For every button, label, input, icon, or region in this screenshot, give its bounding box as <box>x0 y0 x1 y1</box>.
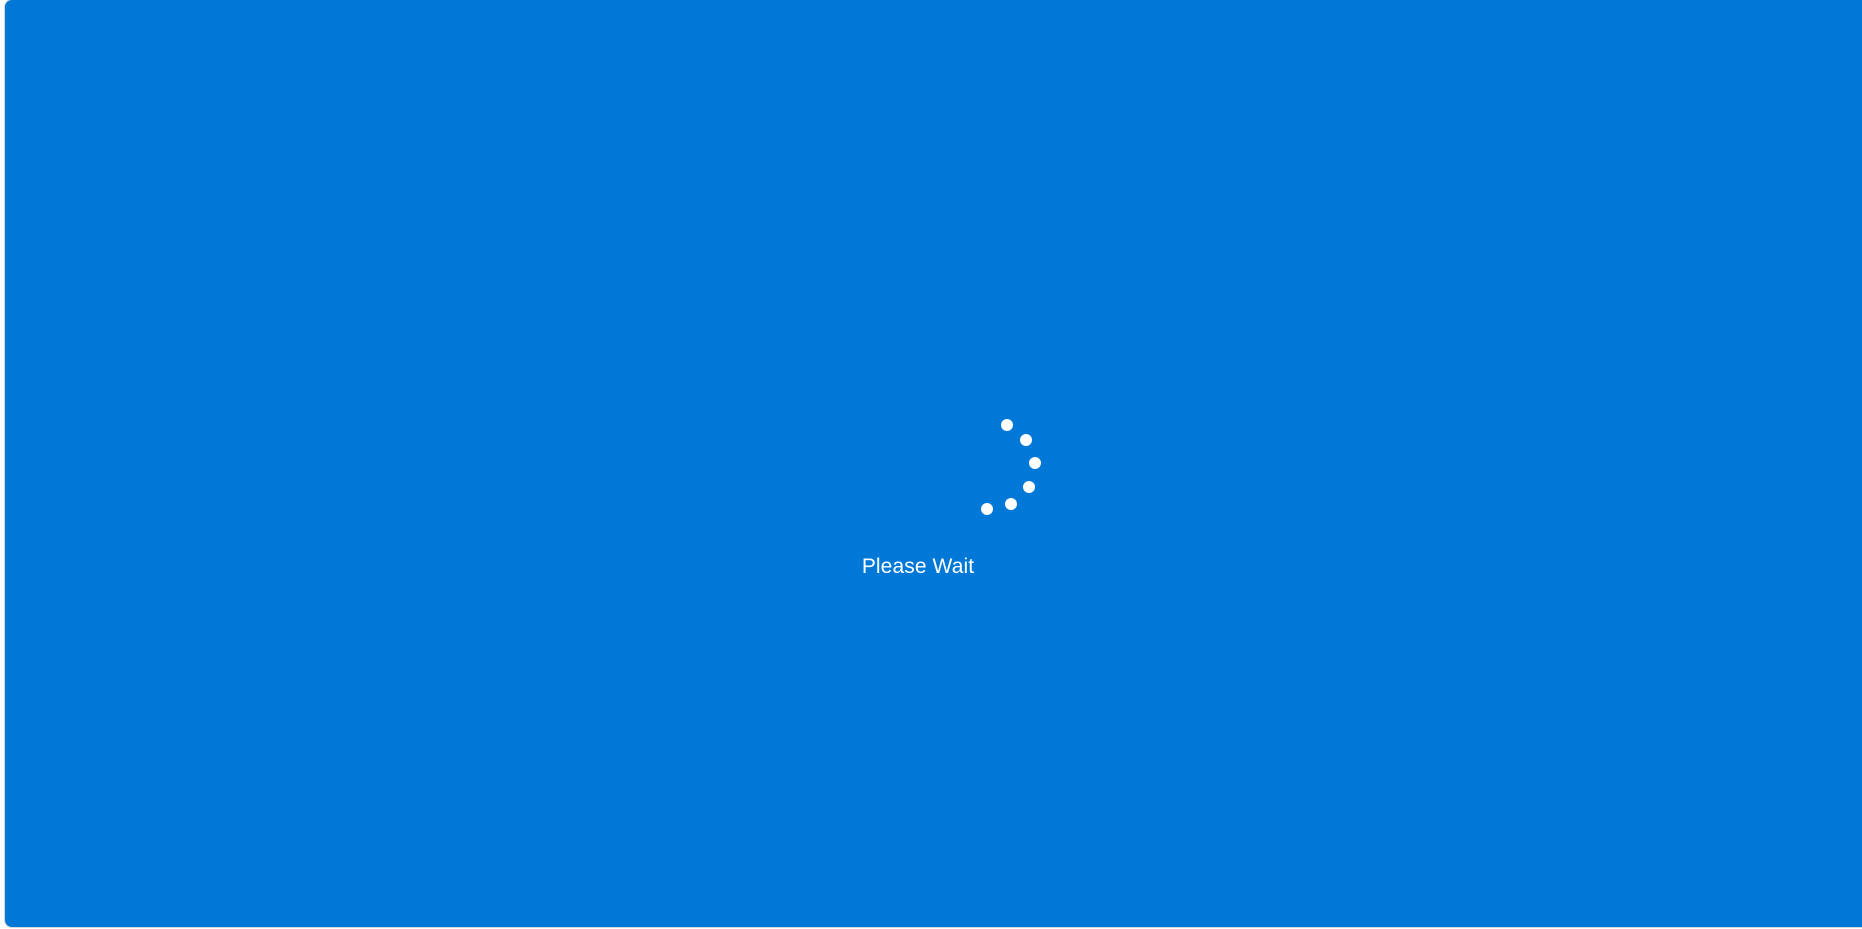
spinner-dot <box>1029 457 1041 469</box>
setup-screen: Please Wait <box>5 0 1862 927</box>
spinner-dot <box>1020 434 1032 446</box>
loading-spinner-icon <box>965 410 1041 525</box>
spinner-dot <box>1005 498 1017 510</box>
spinner-dot <box>1001 419 1013 431</box>
please-wait-label: Please Wait <box>861 555 975 578</box>
spinner-dot <box>1023 481 1035 493</box>
spinner-dot <box>981 503 993 515</box>
